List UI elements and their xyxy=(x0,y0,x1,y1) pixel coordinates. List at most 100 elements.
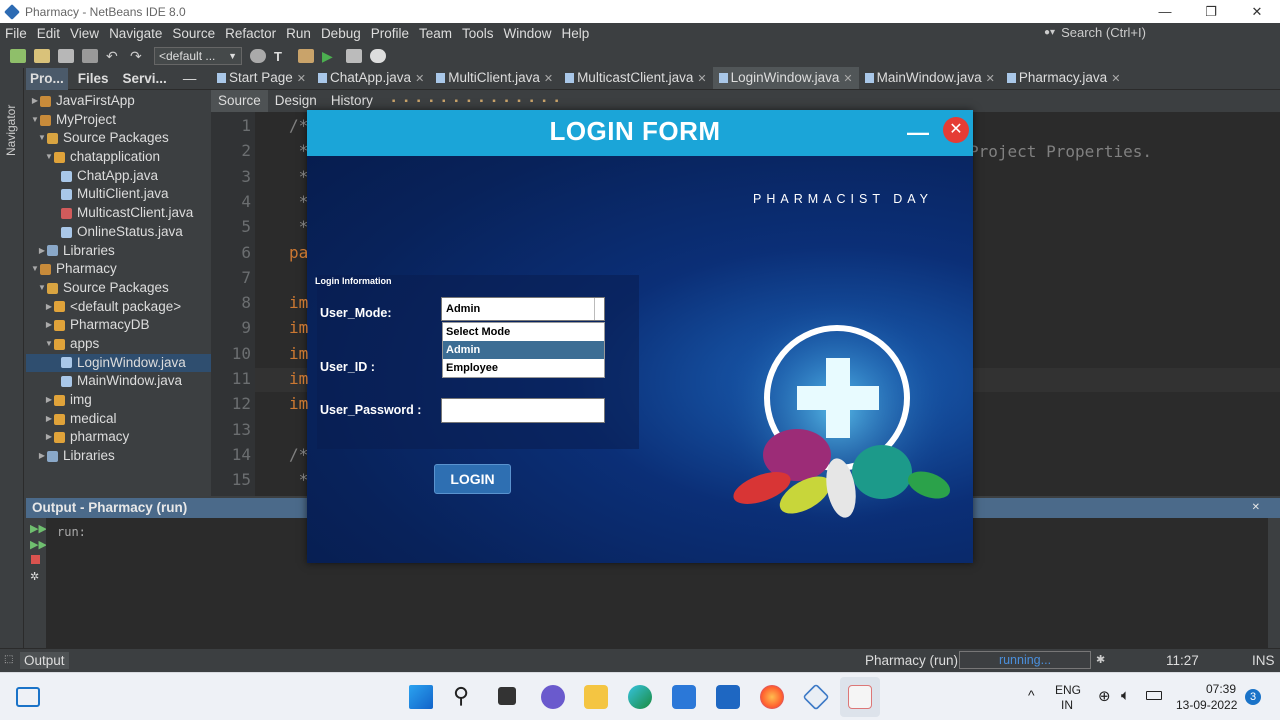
tree-item[interactable]: LoginWindow.java xyxy=(26,353,211,373)
editor-tab[interactable]: LoginWindow.java ✕ xyxy=(712,67,859,89)
cancel-task-icon[interactable]: ✱ xyxy=(1096,653,1105,666)
windows-start-icon[interactable] xyxy=(409,685,433,709)
editor-tab[interactable]: Start Page ✕ xyxy=(211,67,312,89)
collapsed-arrow-icon[interactable]: ▶ xyxy=(44,391,54,410)
firefox-icon[interactable] xyxy=(760,685,784,709)
expanded-arrow-icon[interactable]: ▼ xyxy=(44,148,54,167)
notification-badge[interactable]: 3 xyxy=(1245,689,1261,705)
combo-arrow[interactable] xyxy=(594,298,604,320)
menu-team[interactable]: Team xyxy=(414,26,457,41)
battery-icon[interactable] xyxy=(1146,691,1162,700)
close-tab-icon[interactable]: ✕ xyxy=(697,73,706,85)
tree-item[interactable]: ▼ apps xyxy=(26,335,211,354)
settings-icon[interactable]: ✲ xyxy=(30,570,39,583)
tree-item[interactable]: MainWindow.java xyxy=(26,372,211,391)
login-button[interactable]: LOGIN xyxy=(434,464,511,494)
tray-overflow-icon[interactable]: ^ xyxy=(1028,687,1035,703)
expanded-arrow-icon[interactable]: ▼ xyxy=(30,260,40,279)
collapsed-arrow-icon[interactable]: ▶ xyxy=(44,316,54,335)
profile-icon[interactable] xyxy=(370,49,386,63)
tree-item[interactable]: ▶ medical xyxy=(26,410,211,429)
collapsed-arrow-icon[interactable]: ▶ xyxy=(37,242,47,261)
close-tab-icon[interactable]: ✕ xyxy=(544,73,553,85)
editor-tab[interactable]: ChatApp.java ✕ xyxy=(312,67,430,89)
save-all-icon[interactable] xyxy=(82,49,98,63)
editor-tab[interactable]: MainWindow.java ✕ xyxy=(859,67,1001,89)
tree-item[interactable]: MultiClient.java xyxy=(26,185,211,204)
editor-tab[interactable]: Pharmacy.java ✕ xyxy=(1001,67,1127,89)
tree-item[interactable]: ▶ <default package> xyxy=(26,298,211,317)
tree-item[interactable]: ▶ Libraries xyxy=(26,242,211,261)
expanded-arrow-icon[interactable]: ▼ xyxy=(30,111,40,130)
option-employee[interactable]: Employee xyxy=(443,359,604,377)
tab-source[interactable]: Source xyxy=(211,90,268,112)
minimize-panel-button[interactable]: — xyxy=(179,68,201,90)
menu-refactor[interactable]: Refactor xyxy=(220,26,281,41)
rerun-icon[interactable]: ▶▶ xyxy=(30,522,47,535)
tree-item[interactable]: ▶ pharmacy xyxy=(26,428,211,447)
netbeans-taskbar-icon[interactable] xyxy=(802,683,830,711)
tree-item[interactable]: MulticastClient.java xyxy=(26,204,211,223)
mail-icon[interactable] xyxy=(716,685,740,709)
close-tab-icon[interactable]: ✕ xyxy=(986,73,995,85)
tree-item[interactable]: ▶ JavaFirstApp xyxy=(26,92,211,111)
edge-icon[interactable] xyxy=(628,685,652,709)
new-project-icon[interactable] xyxy=(10,49,26,63)
editor-tab[interactable]: MultiClient.java ✕ xyxy=(430,67,559,89)
stop-icon[interactable] xyxy=(31,555,40,564)
close-window-button[interactable]: ✕ xyxy=(1234,0,1280,23)
configuration-select[interactable]: <default ... ▼ xyxy=(154,47,242,65)
tab-services[interactable]: Servi... xyxy=(119,68,171,90)
build-main-icon[interactable] xyxy=(298,49,314,63)
build-icon[interactable] xyxy=(250,49,266,63)
tree-item[interactable]: OnlineStatus.java xyxy=(26,223,211,242)
store-icon[interactable] xyxy=(672,685,696,709)
minimize-button[interactable]: — xyxy=(1142,0,1188,23)
close-tab-icon[interactable]: ✕ xyxy=(1111,73,1120,85)
language-code[interactable]: ENG xyxy=(1055,683,1081,697)
menu-edit[interactable]: Edit xyxy=(32,26,65,41)
clean-build-icon[interactable]: T xyxy=(274,49,290,64)
collapsed-arrow-icon[interactable]: ▶ xyxy=(44,298,54,317)
new-file-icon[interactable] xyxy=(34,49,50,63)
menu-view[interactable]: View xyxy=(65,26,104,41)
region-code[interactable]: IN xyxy=(1061,698,1073,712)
tab-design[interactable]: Design xyxy=(268,90,324,112)
menu-navigate[interactable]: Navigate xyxy=(104,26,167,41)
clock-date[interactable]: 13-09-2022 xyxy=(1176,698,1237,712)
tree-item[interactable]: ▼ MyProject xyxy=(26,111,211,130)
menu-debug[interactable]: Debug xyxy=(316,26,366,41)
tree-item[interactable]: ▼ Source Packages xyxy=(26,279,211,298)
menu-tools[interactable]: Tools xyxy=(457,26,499,41)
tree-item[interactable]: ▶ img xyxy=(26,391,211,410)
tree-item[interactable]: ▶ PharmacyDB xyxy=(26,316,211,335)
collapsed-arrow-icon[interactable]: ▶ xyxy=(44,428,54,447)
collapsed-arrow-icon[interactable]: ▶ xyxy=(37,447,47,466)
expanded-arrow-icon[interactable]: ▼ xyxy=(37,129,47,148)
close-output-button[interactable]: ✕ xyxy=(1252,498,1260,518)
collapsed-arrow-icon[interactable]: ▶ xyxy=(44,410,54,429)
redo-icon[interactable]: ↷ xyxy=(130,49,146,63)
tab-files[interactable]: Files xyxy=(74,68,113,90)
close-tab-icon[interactable]: ✕ xyxy=(415,73,424,85)
volume-icon[interactable]: 🔈︎ xyxy=(1121,687,1130,704)
menu-window[interactable]: Window xyxy=(499,26,557,41)
debug-icon[interactable] xyxy=(346,49,362,63)
editor-tab[interactable]: MulticastClient.java ✕ xyxy=(559,67,713,89)
undo-icon[interactable]: ↶ xyxy=(106,49,122,63)
expanded-arrow-icon[interactable]: ▼ xyxy=(37,279,47,298)
chat-icon[interactable] xyxy=(541,685,565,709)
navigator-label[interactable]: Navigator xyxy=(4,105,18,156)
menu-profile[interactable]: Profile xyxy=(366,26,414,41)
tree-item[interactable]: ▼ Source Packages xyxy=(26,129,211,148)
maximize-button[interactable]: ❐ xyxy=(1188,0,1234,23)
output-minimized-tab[interactable]: Output xyxy=(20,652,69,669)
network-icon[interactable]: ⊕ xyxy=(1098,687,1111,705)
file-explorer-icon[interactable] xyxy=(584,685,608,709)
tree-item[interactable]: ChatApp.java xyxy=(26,167,211,186)
task-view-icon[interactable] xyxy=(498,687,516,705)
tab-projects[interactable]: Pro... xyxy=(26,67,68,90)
tree-item[interactable]: ▼ chatapplication xyxy=(26,148,211,167)
expanded-arrow-icon[interactable]: ▼ xyxy=(44,335,54,354)
menu-file[interactable]: File xyxy=(0,26,32,41)
